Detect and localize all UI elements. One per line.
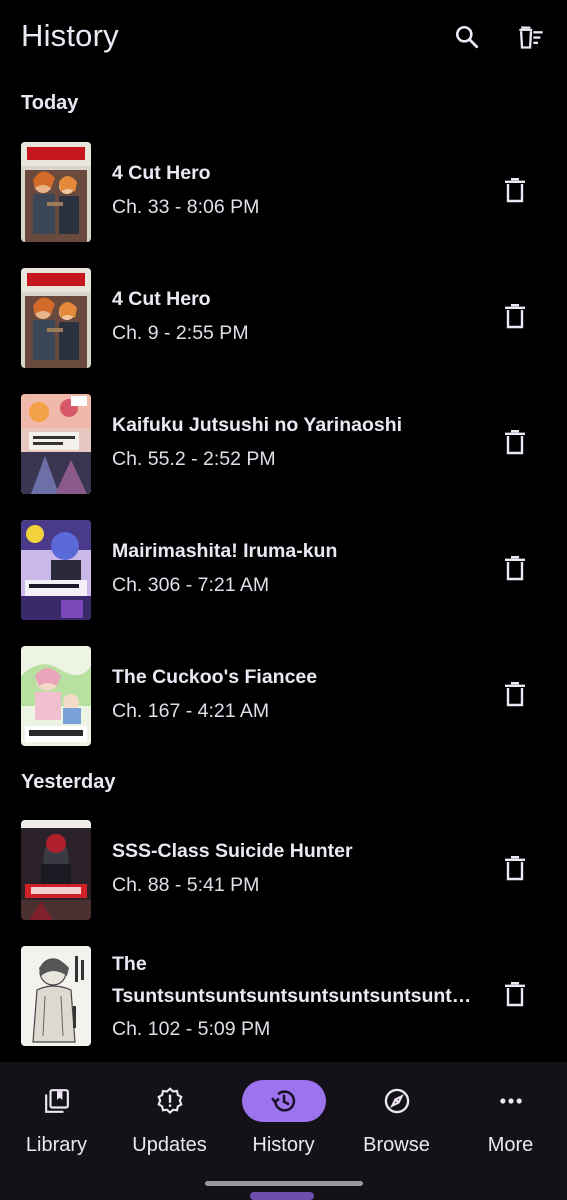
chapter-time: Ch. 102 - 5:09 PM <box>112 1018 271 1040</box>
nav-history[interactable]: History <box>227 1076 340 1156</box>
manga-cover[interactable] <box>21 946 91 1046</box>
manga-cover[interactable] <box>21 394 91 494</box>
delete-button[interactable] <box>498 851 532 885</box>
manga-title-line-2: Tsuntsuntsuntsuntsuntsuntsuntsuntsun... <box>112 985 474 1007</box>
manga-title: The Cuckoo's Fiancee <box>112 666 318 688</box>
nav-glow <box>250 1192 314 1200</box>
nav-updates-label: Updates <box>132 1134 207 1156</box>
chapter-time: Ch. 88 - 5:41 PM <box>112 874 260 896</box>
section-header-yesterday: Yesterday <box>21 771 116 793</box>
delete-button[interactable] <box>498 425 532 459</box>
chapter-time: Ch. 33 - 8:06 PM <box>112 196 260 218</box>
trash-icon <box>505 556 525 581</box>
manga-title: 4 Cut Hero <box>112 162 211 184</box>
updates-icon <box>156 1087 183 1114</box>
chapter-time: Ch. 306 - 7:21 AM <box>112 574 270 596</box>
manga-title: Kaifuku Jutsushi no Yarinaoshi <box>112 414 403 436</box>
manga-title: The Tsuntsuntsuntsuntsuntsuntsuntsuntsun… <box>112 948 474 1012</box>
manga-cover[interactable] <box>21 646 91 746</box>
history-item[interactable]: The Cuckoo's Fiancee Ch. 167 - 4:21 AM <box>0 646 567 750</box>
search-icon <box>455 25 479 49</box>
bottom-navigation: Library Updates History Browse More <box>0 1062 567 1200</box>
chapter-time: Ch. 9 - 2:55 PM <box>112 322 249 344</box>
delete-button[interactable] <box>498 551 532 585</box>
history-item[interactable]: SSS-Class Suicide Hunter Ch. 88 - 5:41 P… <box>0 820 567 924</box>
trash-icon <box>505 856 525 881</box>
manga-cover[interactable] <box>21 268 91 368</box>
manga-title: 4 Cut Hero <box>112 288 211 310</box>
nav-library[interactable]: Library <box>0 1076 113 1156</box>
chapter-time: Ch. 167 - 4:21 AM <box>112 700 270 722</box>
history-item[interactable]: 4 Cut Hero Ch. 33 - 8:06 PM <box>0 142 567 246</box>
nav-browse-indicator <box>355 1080 439 1122</box>
manga-title: Mairimashita! Iruma-kun <box>112 540 338 562</box>
history-item[interactable]: Kaifuku Jutsushi no Yarinaoshi Ch. 55.2 … <box>0 394 567 498</box>
manga-cover[interactable] <box>21 820 91 920</box>
delete-button[interactable] <box>498 299 532 333</box>
trash-icon <box>505 178 525 203</box>
browse-icon <box>384 1088 409 1114</box>
trash-icon <box>505 304 525 329</box>
nav-browse[interactable]: Browse <box>340 1076 453 1156</box>
manga-title: SSS-Class Suicide Hunter <box>112 840 353 862</box>
history-icon <box>270 1090 295 1112</box>
nav-more-label: More <box>487 1134 534 1156</box>
nav-browse-label: Browse <box>363 1134 430 1156</box>
nav-library-indicator <box>15 1080 99 1122</box>
more-icon <box>499 1098 522 1104</box>
manga-cover[interactable] <box>21 520 91 620</box>
trash-icon <box>505 682 525 707</box>
nav-library-label: Library <box>25 1134 88 1156</box>
trash-icon <box>505 982 525 1007</box>
delete-button[interactable] <box>498 173 532 207</box>
manga-cover[interactable] <box>21 142 91 242</box>
history-item[interactable]: Mairimashita! Iruma-kun Ch. 306 - 7:21 A… <box>0 520 567 624</box>
history-item[interactable]: The Tsuntsuntsuntsuntsuntsuntsuntsuntsun… <box>0 946 567 1050</box>
clear-history-button[interactable] <box>514 20 548 54</box>
trash-icon <box>505 430 525 455</box>
nav-more-indicator <box>469 1080 553 1122</box>
home-indicator[interactable] <box>205 1181 363 1186</box>
library-icon <box>44 1089 69 1113</box>
section-header-today: Today <box>21 92 79 114</box>
history-item[interactable]: 4 Cut Hero Ch. 9 - 2:55 PM <box>0 268 567 372</box>
nav-history-indicator <box>241 1080 326 1122</box>
nav-updates[interactable]: Updates <box>113 1076 226 1156</box>
delete-button[interactable] <box>498 677 532 711</box>
nav-history-label: History <box>252 1134 315 1156</box>
manga-title-line-1: The <box>112 953 147 975</box>
chapter-time: Ch. 55.2 - 2:52 PM <box>112 448 276 470</box>
top-app-bar: History <box>0 0 567 76</box>
clear-all-icon <box>519 26 543 49</box>
history-screen: History Today 4 Cut Hero Ch. 33 - 8:06 P… <box>0 0 567 1200</box>
search-button[interactable] <box>450 20 484 54</box>
delete-button[interactable] <box>498 977 532 1011</box>
nav-updates-indicator <box>128 1080 212 1122</box>
nav-more[interactable]: More <box>454 1076 567 1156</box>
page-title: History <box>21 18 119 53</box>
